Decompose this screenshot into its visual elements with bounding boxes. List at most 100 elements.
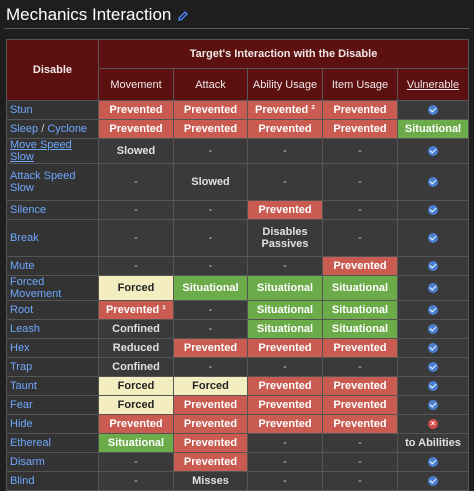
check-icon xyxy=(428,233,439,244)
interaction-cell: Prevented xyxy=(322,338,398,358)
interaction-cell: to Abilities xyxy=(396,433,470,453)
disable-link[interactable]: Hide xyxy=(10,418,33,430)
disable-name-cell[interactable]: Trap xyxy=(6,357,99,377)
table-row: Silence - - Prevented - xyxy=(6,200,470,220)
disable-name-cell[interactable]: Break xyxy=(6,219,99,257)
column-header-vulnerable[interactable]: Vulnerable xyxy=(396,68,470,101)
check-icon xyxy=(428,305,439,316)
disable-link[interactable]: Cyclone xyxy=(47,123,87,135)
check-icon xyxy=(428,476,439,487)
disable-link[interactable]: Blind xyxy=(10,475,34,487)
disable-link[interactable]: Leash xyxy=(10,323,40,335)
disable-link[interactable]: Stun xyxy=(10,104,33,116)
disable-name-cell[interactable]: Forced Movement xyxy=(6,275,99,301)
interaction-cell: - xyxy=(322,219,398,257)
disable-link[interactable]: Disarm xyxy=(10,456,45,468)
disable-link[interactable]: Ethereal xyxy=(10,437,51,449)
interaction-cell: - xyxy=(322,452,398,472)
disable-link[interactable]: Trap xyxy=(10,361,32,373)
interaction-cell: Disables Passives xyxy=(247,219,323,257)
interaction-cell: Reduced xyxy=(98,338,174,358)
interaction-cell: Prevented xyxy=(322,119,398,139)
interaction-cell: Prevented xyxy=(173,395,248,415)
interaction-cell: - xyxy=(173,300,248,320)
disable-link[interactable]: Break xyxy=(10,232,39,244)
interaction-cell: Confined xyxy=(98,357,174,377)
table-row: Taunt Forced Forced Prevented Prevented xyxy=(6,376,470,396)
check-icon xyxy=(428,457,439,468)
table-row: Ethereal Situational Prevented - - to Abiliti… xyxy=(6,433,470,453)
interaction-cell: - xyxy=(322,138,398,164)
disable-name-cell[interactable]: Stun xyxy=(6,100,99,120)
disable-link[interactable]: Mute xyxy=(10,260,34,272)
interaction-cell: Prevented xyxy=(98,414,174,434)
interaction-cell: - xyxy=(98,200,174,220)
disable-name-cell[interactable]: Hex xyxy=(6,338,99,358)
interaction-cell: - xyxy=(247,471,323,491)
interaction-cell: Prevented xyxy=(173,338,248,358)
interaction-cell: - xyxy=(98,471,174,491)
vulnerable-cell xyxy=(396,452,470,472)
disable-link[interactable]: Sleep xyxy=(10,123,38,135)
interaction-group-header: Target's Interaction with the Disable xyxy=(97,38,470,70)
disable-name-cell[interactable]: Attack Speed Slow xyxy=(6,163,99,201)
disable-name-cell[interactable]: Leash xyxy=(6,319,99,339)
interaction-cell: - xyxy=(247,452,323,472)
vulnerable-link[interactable]: Vulnerable xyxy=(407,79,459,91)
vulnerable-cell xyxy=(396,300,470,320)
disable-name-cell[interactable]: Hide xyxy=(6,414,99,434)
disable-link[interactable]: Silence xyxy=(10,204,46,216)
check-icon xyxy=(428,381,439,392)
page-title: Mechanics Interaction xyxy=(6,5,172,24)
column-header-item-usage: Item Usage xyxy=(322,68,398,101)
check-icon xyxy=(428,400,439,411)
vulnerable-cell xyxy=(396,219,470,257)
interaction-cell: Situational xyxy=(247,300,323,320)
interaction-cell: - xyxy=(322,357,398,377)
pencil-icon[interactable] xyxy=(177,9,189,21)
disable-name-cell[interactable]: Ethereal xyxy=(6,433,99,453)
interaction-cell: Prevented xyxy=(173,452,248,472)
interaction-cell: Situational xyxy=(322,300,398,320)
interaction-cell: Prevented xyxy=(322,395,398,415)
disable-name-cell[interactable]: Move Speed Slow xyxy=(6,138,99,164)
interaction-cell: - xyxy=(98,219,174,257)
table-row: Mute - - - Prevented xyxy=(6,256,470,276)
table-row: Hide Prevented Prevented Prevented Prevented… xyxy=(6,414,470,434)
disable-name-cell[interactable]: Taunt xyxy=(6,376,99,396)
disable-name-cell[interactable]: Disarm xyxy=(6,452,99,472)
interaction-cell: - xyxy=(98,452,174,472)
disable-name-cell[interactable]: Root xyxy=(6,300,99,320)
disable-name-cell[interactable]: Mute xyxy=(6,256,99,276)
disable-link[interactable]: Forced Movement xyxy=(10,276,61,300)
interaction-cell: Prevented xyxy=(98,119,174,139)
interaction-cell: Slowed xyxy=(173,163,248,201)
disable-link[interactable]: Taunt xyxy=(10,380,37,392)
interaction-cell: Prevented xyxy=(322,414,398,434)
interaction-cell: Prevented xyxy=(247,414,323,434)
interaction-cell: - xyxy=(173,319,248,339)
disable-name-cell[interactable]: Silence xyxy=(6,200,99,220)
disable-link[interactable]: Attack Speed Slow xyxy=(10,170,75,194)
interaction-cell: Confined xyxy=(98,319,174,339)
disable-name-cell[interactable]: Fear xyxy=(6,395,99,415)
interaction-cell: Misses xyxy=(173,471,248,491)
interaction-cell: Forced xyxy=(173,376,248,396)
disable-name-cell[interactable]: Blind xyxy=(6,471,99,491)
disable-link[interactable]: Move Speed Slow xyxy=(10,139,72,163)
table-row: Blind - Misses - - xyxy=(6,471,470,491)
table-row: Hex Reduced Prevented Prevented Prevented xyxy=(6,338,470,358)
disable-link[interactable]: Root xyxy=(10,304,33,316)
interaction-cell: - xyxy=(98,256,174,276)
table-row: Sleep / Cyclone Prevented Prevented Prevent… xyxy=(6,119,470,139)
interaction-cell: - xyxy=(247,357,323,377)
disable-link[interactable]: Hex xyxy=(10,342,30,354)
vulnerable-cell xyxy=(396,357,470,377)
disable-name-cell[interactable]: Sleep / Cyclone xyxy=(6,119,99,139)
interaction-cell: Prevented xyxy=(173,119,248,139)
table-row: Attack Speed Slow - Slowed - - xyxy=(6,163,470,201)
disable-link[interactable]: Fear xyxy=(10,399,33,411)
interaction-cell: Situational xyxy=(247,319,323,339)
table-row: Fear Forced Prevented Prevented Prevented xyxy=(6,395,470,415)
check-icon xyxy=(428,146,439,157)
